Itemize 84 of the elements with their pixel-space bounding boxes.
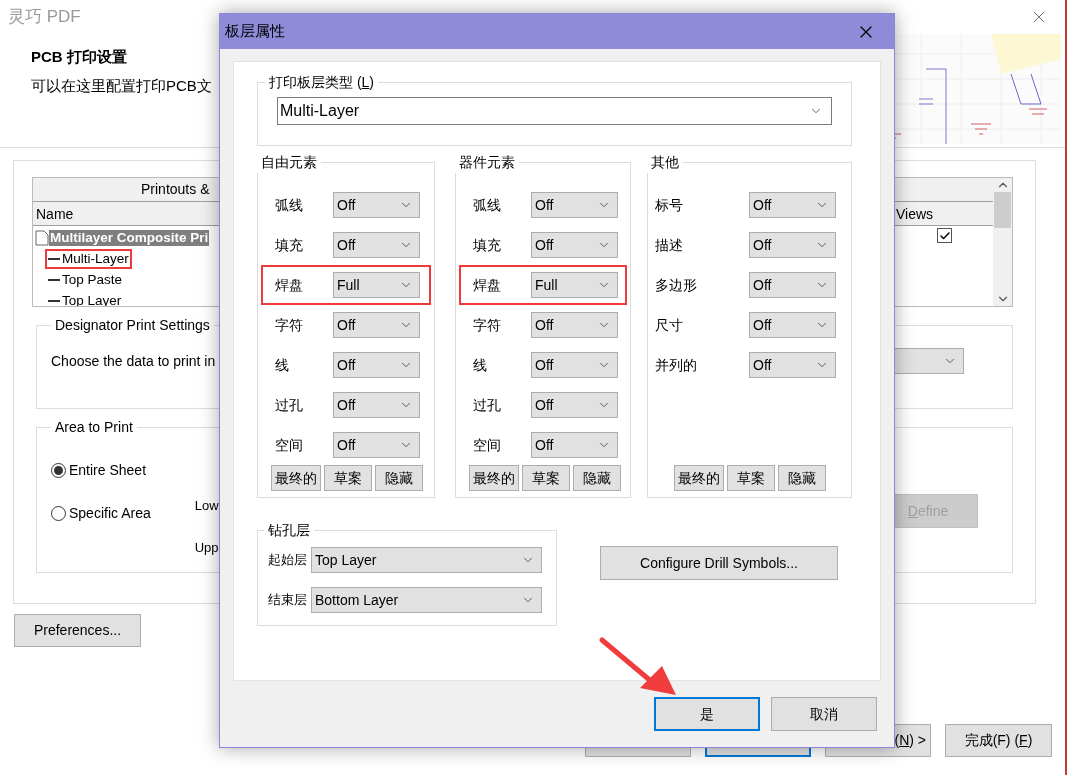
dropdown[interactable]: Off: [333, 312, 420, 338]
row-label: 结束层: [268, 591, 308, 610]
footer-button[interactable]: 完成(F) (F): [945, 724, 1052, 757]
radio-button[interactable]: [51, 506, 66, 521]
dropdown[interactable]: Off: [531, 192, 618, 218]
line-icon: [47, 256, 61, 261]
row-label: 线: [473, 355, 488, 375]
column-header[interactable]: Views: [896, 202, 993, 225]
row-label: 并列的: [655, 355, 698, 375]
configure-drill-symbols-button[interactable]: Configure Drill Symbols...: [600, 546, 838, 580]
row-label: 空间: [275, 435, 304, 455]
row-label: 焊盘: [473, 275, 502, 295]
preset-button[interactable]: 草案: [522, 465, 570, 491]
dropdown[interactable]: Off: [333, 232, 420, 258]
group-title: 自由元素: [260, 153, 318, 172]
check-icon: [938, 229, 951, 242]
column-header: Printouts &: [141, 180, 210, 199]
description: Choose the data to print in: [51, 351, 216, 371]
row-label: 线: [275, 355, 290, 375]
group-title: 打印板层类型 (L): [268, 73, 376, 92]
dialog-button[interactable]: 取消: [771, 697, 877, 731]
radio-button[interactable]: [51, 463, 66, 478]
dropdown[interactable]: Off: [749, 272, 836, 298]
row-label: 字符: [473, 315, 502, 335]
preferences-button[interactable]: Preferences...: [14, 614, 141, 647]
radio-label[interactable]: Entire Sheet: [69, 460, 147, 481]
tree-item[interactable]: Multilayer Composite Pri: [49, 229, 210, 246]
preset-button[interactable]: 最终的: [673, 465, 724, 491]
dialog-title: 板层属性: [225, 21, 285, 42]
row-label: 起始层: [268, 551, 308, 570]
tree-item[interactable]: Multi-Layer: [61, 250, 130, 267]
row-label: 描述: [655, 235, 684, 255]
dropdown[interactable]: Off: [333, 392, 420, 418]
dropdown[interactable]: Full: [333, 272, 420, 298]
row-label: 多边形: [655, 275, 698, 295]
dropdown[interactable]: Off: [749, 352, 836, 378]
page-subtitle: 可以在这里配置打印PCB文: [31, 75, 212, 96]
tree-item[interactable]: Top Paste: [61, 271, 124, 288]
dropdown[interactable]: Full: [531, 272, 618, 298]
row-label: 填充: [275, 235, 304, 255]
dropdown[interactable]: Bottom Layer: [311, 587, 542, 613]
dropdown[interactable]: Off: [531, 392, 618, 418]
row-label: 过孔: [275, 395, 304, 415]
row-label: 标号: [655, 195, 684, 215]
preset-button[interactable]: 最终的: [469, 465, 519, 491]
row-label: 填充: [473, 235, 502, 255]
row-label: 字符: [275, 315, 304, 335]
row-label: 焊盘: [275, 275, 304, 295]
page-title: PCB 打印设置: [31, 47, 128, 67]
preset-button[interactable]: 隐藏: [777, 465, 826, 491]
dropdown[interactable]: Off: [531, 432, 618, 458]
row-label: 尺寸: [655, 315, 684, 335]
group-title: 器件元素: [458, 153, 516, 172]
preset-button[interactable]: 最终的: [271, 465, 321, 491]
dropdown[interactable]: Off: [749, 232, 836, 258]
row-label: 弧线: [275, 195, 304, 215]
dialog-button[interactable]: 是: [654, 697, 760, 731]
group-title: Designator Print Settings: [54, 316, 211, 335]
group-title: Area to Print: [54, 418, 134, 437]
row-label: 空间: [473, 435, 502, 455]
group-title: 其他: [650, 153, 680, 172]
preset-button[interactable]: 草案: [726, 465, 775, 491]
dropdown[interactable]: Off: [531, 312, 618, 338]
coordinate-label: Upp: [194, 538, 219, 557]
layer-type-dropdown[interactable]: Multi-Layer: [277, 97, 832, 125]
row-label: 过孔: [473, 395, 502, 415]
dropdown[interactable]: Off: [531, 232, 618, 258]
dropdown[interactable]: Off: [749, 312, 836, 338]
row-label: 弧线: [473, 195, 502, 215]
preset-button[interactable]: 隐藏: [375, 465, 423, 491]
window-title: 灵巧 PDF: [8, 6, 81, 29]
checkbox[interactable]: [937, 228, 952, 243]
dropdown[interactable]: Off: [333, 352, 420, 378]
dropdown[interactable]: Off: [333, 192, 420, 218]
dropdown[interactable]: Off: [531, 352, 618, 378]
dropdown[interactable]: Top Layer: [311, 547, 542, 573]
preset-button[interactable]: 隐藏: [573, 465, 621, 491]
radio-label[interactable]: Specific Area: [69, 503, 151, 524]
preset-button[interactable]: 草案: [324, 465, 372, 491]
dropdown[interactable]: Off: [749, 192, 836, 218]
coordinate-label: Low: [194, 497, 219, 515]
group-title: 钻孔层: [267, 521, 311, 540]
scrollbar[interactable]: [993, 178, 1012, 306]
dropdown[interactable]: Off: [333, 432, 420, 458]
